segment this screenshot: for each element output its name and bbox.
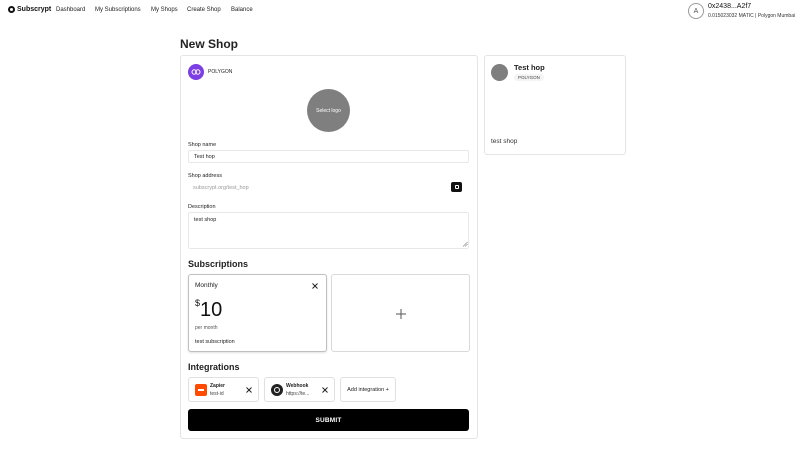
copy-address-button[interactable] [451, 182, 462, 192]
zapier-icon [195, 384, 207, 396]
preview-avatar [491, 64, 508, 81]
top-nav: Subscrypt Dashboard My Subscriptions My … [0, 0, 806, 22]
nav-balance[interactable]: Balance [231, 7, 253, 13]
subscription-period: per month [195, 325, 218, 331]
submit-button[interactable]: SUBMIT [188, 409, 469, 431]
nav-my-subscriptions[interactable]: My Subscriptions [95, 7, 141, 13]
shop-name-input[interactable] [188, 150, 469, 163]
shop-name-label: Shop name [188, 142, 217, 148]
description-label: Description [188, 204, 216, 210]
chain-name: POLYGON [208, 69, 233, 75]
brand-icon [8, 6, 15, 13]
subscription-amount: 10 [200, 299, 223, 321]
nav-my-shops[interactable]: My Shops [151, 7, 178, 13]
integration-zapier[interactable]: Zapier test-id [188, 377, 259, 402]
integration-value: https://te... [286, 391, 310, 397]
integration-value: test-id [210, 391, 224, 397]
add-integration-button[interactable]: Add integration + [340, 377, 396, 402]
description-input[interactable]: test shop [188, 212, 469, 249]
subscription-description: test subscription [195, 339, 235, 345]
preview-chain-badge: POLYGON [514, 74, 544, 81]
integration-name: Zapier [210, 383, 226, 389]
subscription-price: $ 10 [195, 298, 222, 320]
brand-name: Subscrypt [17, 6, 52, 13]
preview-shop-name: Test hop [514, 63, 545, 72]
wallet-avatar: A [688, 3, 704, 19]
subscription-name: Monthly [195, 282, 218, 289]
plus-icon [396, 309, 406, 319]
subscriptions-title: Subscriptions [188, 259, 249, 269]
close-icon[interactable] [244, 385, 254, 395]
resize-handle-icon[interactable] [462, 241, 468, 247]
wallet-info[interactable]: A 0x2438...A2f7 0.0150230​32 MATIC | Pol… [688, 3, 803, 19]
integration-webhook[interactable]: Webhook https://te... [264, 377, 335, 402]
copy-icon [454, 185, 459, 189]
add-subscription-button[interactable] [331, 274, 470, 352]
shop-address-input[interactable] [188, 181, 469, 194]
webhook-icon [271, 384, 283, 396]
integrations-title: Integrations [188, 362, 240, 372]
integration-name: Webhook [286, 383, 309, 389]
polygon-icon [188, 64, 204, 80]
subscription-card[interactable]: Monthly $ 10 per month test subscription [188, 274, 327, 352]
brand-logo[interactable]: Subscrypt [8, 6, 51, 13]
nav-create-shop[interactable]: Create Shop [187, 7, 221, 13]
wallet-balance: 0.0150230​32 MATIC | Polygon Mumbai [708, 13, 796, 19]
select-logo-button[interactable]: Select logo [307, 89, 350, 132]
nav-dashboard[interactable]: Dashboard [56, 7, 85, 13]
close-icon[interactable] [310, 281, 320, 291]
page-title: New Shop [180, 37, 239, 51]
chain-selector[interactable]: POLYGON [188, 64, 232, 80]
close-icon[interactable] [320, 385, 330, 395]
preview-description: test shop [491, 138, 518, 145]
shop-address-label: Shop address [188, 173, 222, 179]
wallet-address: 0x2438...A2f7 [708, 3, 752, 10]
